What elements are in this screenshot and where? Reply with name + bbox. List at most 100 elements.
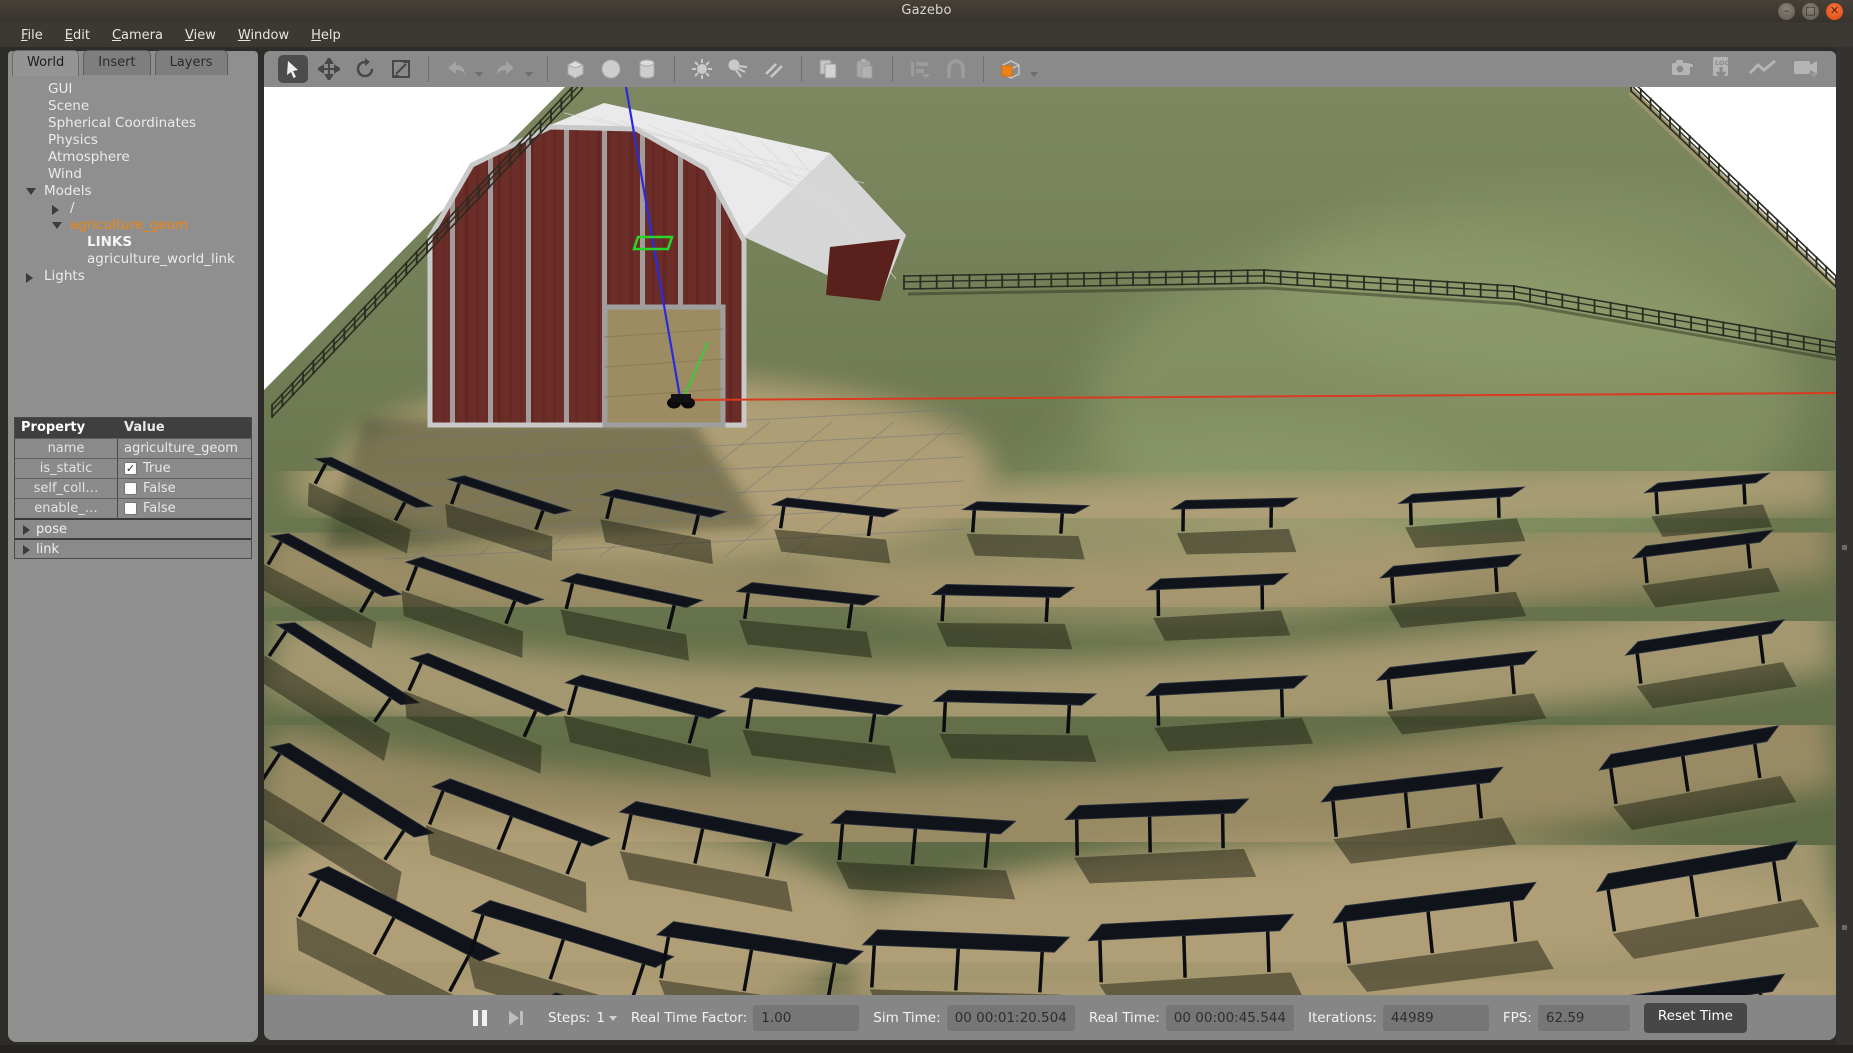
scale-tool-icon[interactable] (386, 55, 416, 83)
redo-history-icon[interactable] (525, 72, 533, 77)
expand-arrow-icon[interactable] (26, 273, 33, 283)
copy-icon[interactable] (814, 55, 844, 83)
splitter-grip-2[interactable] (1842, 925, 1847, 930)
steps-value: 1 (596, 1010, 605, 1026)
undo-history-icon[interactable] (475, 72, 483, 77)
tab-world[interactable]: World (12, 50, 79, 76)
cylinder-shape-icon[interactable] (632, 55, 662, 83)
splitter-grip[interactable] (1842, 545, 1847, 550)
rtf-value: 1.00 (753, 1005, 859, 1031)
tree-item-models[interactable]: Models (8, 183, 258, 200)
tree-item--[interactable]: / (8, 200, 258, 217)
value-column-header: Value (118, 418, 251, 438)
property-row-self-coll-[interactable]: self_coll…False (15, 478, 251, 498)
tree-item-label: agriculture_world_link (87, 251, 235, 268)
checkbox[interactable]: ✓ (124, 462, 137, 475)
menu-view[interactable]: View (174, 25, 227, 46)
property-name: name (15, 439, 118, 458)
3d-viewport[interactable] (264, 87, 1836, 995)
reset-time-button[interactable]: Reset Time (1644, 1003, 1747, 1033)
translate-tool-icon[interactable] (314, 55, 344, 83)
right-splitter[interactable] (1836, 47, 1853, 1045)
property-group-pose[interactable]: pose (15, 518, 251, 538)
select-tool-icon[interactable] (278, 55, 308, 83)
expand-arrow-icon[interactable] (23, 545, 30, 555)
tree-item-agriculture-geom[interactable]: agriculture_geom (8, 217, 258, 234)
tree-item-label: Atmosphere (48, 149, 130, 166)
tree-item-agriculture-world-link[interactable]: agriculture_world_link (8, 251, 258, 268)
log-recorder-icon[interactable]: LOG (1710, 55, 1734, 81)
collapse-arrow-icon[interactable] (52, 222, 62, 229)
property-group-link[interactable]: link (15, 538, 251, 558)
align-icon[interactable] (905, 55, 935, 83)
checkbox[interactable] (124, 502, 137, 515)
rtf-label: Real Time Factor: (631, 1010, 747, 1026)
tree-item-label: Lights (44, 268, 85, 285)
screenshot-camera-icon[interactable] (1670, 57, 1696, 79)
pause-icon[interactable] (472, 1009, 488, 1027)
tab-insert[interactable]: Insert (83, 50, 150, 75)
tree-item-label: Physics (48, 132, 98, 149)
property-name: is_static (15, 459, 118, 478)
video-recorder-icon[interactable] (1792, 57, 1822, 79)
maximize-button[interactable]: □ (1802, 3, 1819, 20)
fps-value: 62.59 (1538, 1005, 1630, 1031)
tree-item-lights[interactable]: Lights (8, 268, 258, 285)
window-title: Gazebo (0, 3, 1853, 18)
point-light-icon[interactable] (687, 55, 717, 83)
property-name: self_coll… (15, 479, 118, 498)
menu-file[interactable]: File (10, 25, 54, 46)
property-table: PropertyValuenameagriculture_geomis_stat… (14, 417, 252, 559)
box-shape-icon[interactable] (560, 55, 590, 83)
property-name: enable_… (15, 499, 118, 518)
checkbox-label: False (143, 499, 176, 518)
expand-arrow-icon[interactable] (52, 205, 59, 215)
plot-icon[interactable] (1748, 58, 1778, 78)
minimize-button[interactable]: – (1778, 3, 1795, 20)
tree-item-label: agriculture_geom (70, 217, 188, 234)
property-column-header: Property (15, 418, 118, 438)
fps-label: FPS: (1503, 1010, 1532, 1026)
view-angle-dropdown-icon[interactable] (1030, 72, 1038, 77)
tree-item-scene[interactable]: Scene (8, 98, 258, 115)
left-panel: World Insert Layers GUISceneSpherical Co… (8, 51, 258, 1042)
menu-edit[interactable]: Edit (54, 25, 101, 46)
menu-window[interactable]: Window (227, 25, 300, 46)
redo-icon[interactable] (491, 55, 521, 83)
menu-camera[interactable]: Camera (101, 25, 174, 46)
simulation-status-bar: Steps: 1 Real Time Factor: 1.00 Sim Time… (264, 995, 1836, 1040)
property-row-name[interactable]: nameagriculture_geom (15, 438, 251, 458)
property-row-is-static[interactable]: is_static✓True (15, 458, 251, 478)
step-icon[interactable] (508, 1010, 524, 1026)
view-angle-cube-icon[interactable] (996, 55, 1026, 83)
tree-item-label: Scene (48, 98, 89, 115)
menu-bar: File Edit Camera View Window Help (0, 23, 1853, 47)
tree-item-label: GUI (48, 81, 72, 98)
toolbar: LOG (264, 51, 1836, 87)
menu-help[interactable]: Help (300, 25, 352, 46)
collapse-arrow-icon[interactable] (26, 188, 36, 195)
undo-icon[interactable] (441, 55, 471, 83)
tree-item-gui[interactable]: GUI (8, 81, 258, 98)
property-row-enable-[interactable]: enable_… False (15, 498, 251, 518)
steps-spinner[interactable]: 1 (596, 1010, 617, 1026)
close-button[interactable]: ✕ (1826, 3, 1843, 20)
paste-icon[interactable] (850, 55, 880, 83)
tree-item-spherical-coordinates[interactable]: Spherical Coordinates (8, 115, 258, 132)
tree-item-physics[interactable]: Physics (8, 132, 258, 149)
tree-item-wind[interactable]: Wind (8, 166, 258, 183)
spot-light-icon[interactable] (723, 55, 753, 83)
tab-layers[interactable]: Layers (155, 50, 228, 75)
checkbox[interactable] (124, 482, 137, 495)
tree-item-links[interactable]: LINKS (8, 234, 258, 251)
rotate-tool-icon[interactable] (350, 55, 380, 83)
snap-icon[interactable] (941, 55, 971, 83)
tree-item-label: / (70, 200, 75, 217)
steps-dropdown-icon[interactable] (609, 1016, 617, 1021)
expand-arrow-icon[interactable] (23, 525, 30, 535)
sphere-shape-icon[interactable] (596, 55, 626, 83)
tree-item-atmosphere[interactable]: Atmosphere (8, 149, 258, 166)
tree-item-label: Models (44, 183, 92, 200)
directional-light-icon[interactable] (759, 55, 789, 83)
iterations-value: 44989 (1383, 1005, 1489, 1031)
